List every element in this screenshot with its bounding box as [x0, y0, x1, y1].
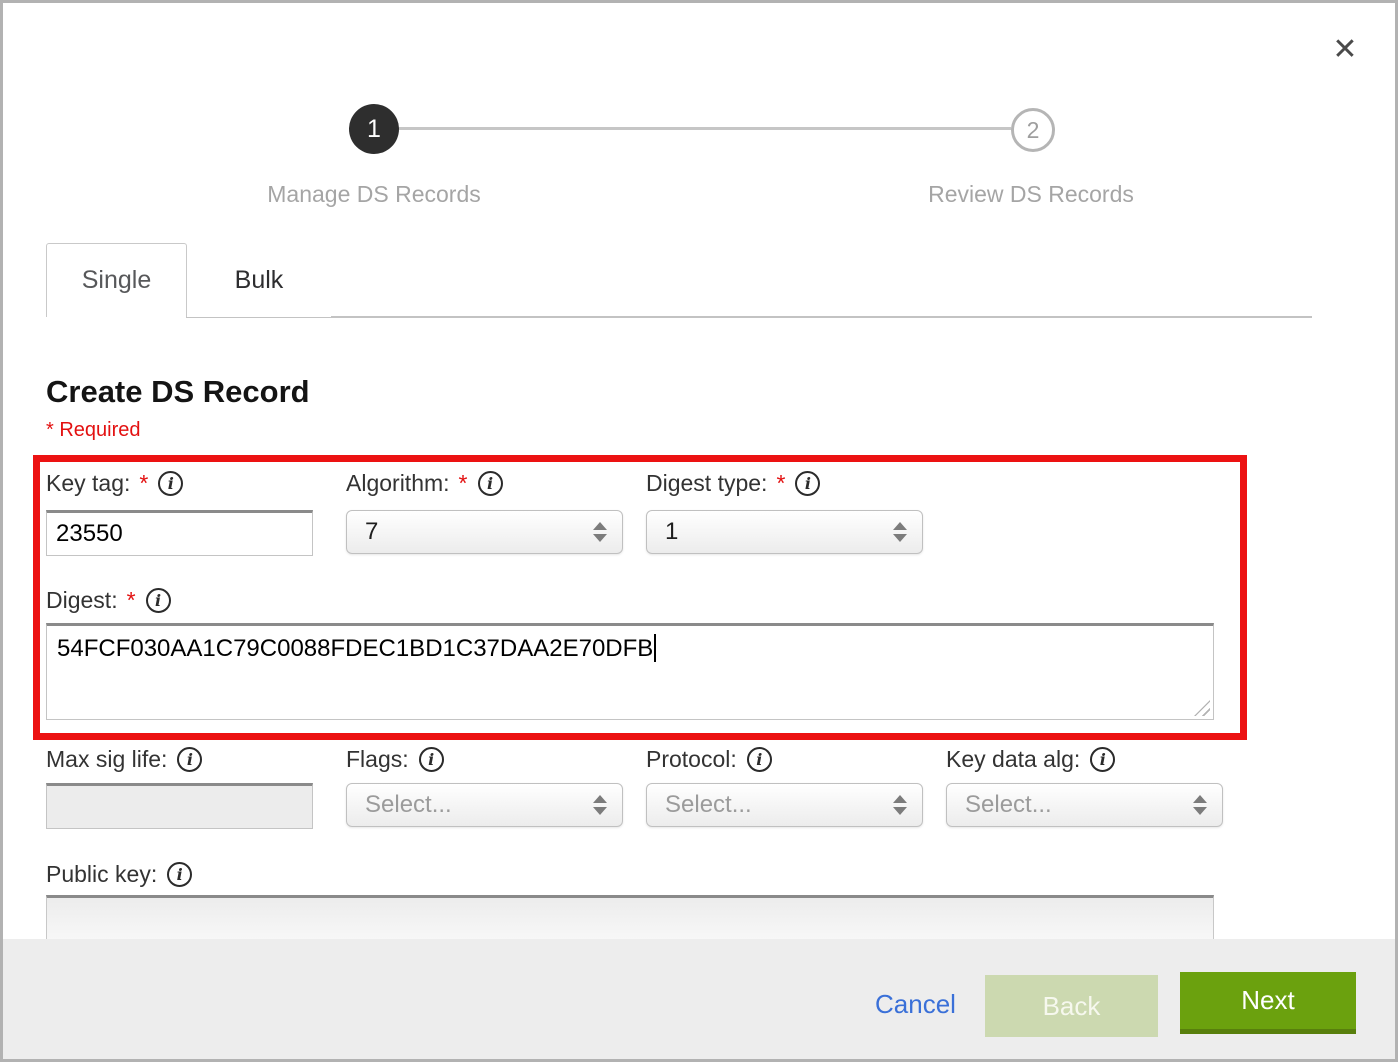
flags-label: Flags: i	[346, 746, 444, 773]
digest-type-select[interactable]: 1	[646, 510, 923, 554]
select-spinner-icon	[593, 795, 607, 815]
protocol-select[interactable]: Select...	[646, 783, 923, 827]
tab-divider	[186, 316, 1312, 318]
create-ds-record-modal: ✕ 1 2 Manage DS Records Review DS Record…	[0, 0, 1398, 1062]
tab-single[interactable]: Single	[46, 243, 187, 317]
key-data-alg-label: Key data alg: i	[946, 746, 1115, 773]
protocol-label: Protocol: i	[646, 746, 772, 773]
info-icon[interactable]: i	[177, 747, 202, 772]
stepper-connector	[399, 127, 1011, 130]
digest-textarea[interactable]: 54FCF030AA1C79C0088FDEC1BD1C37DAA2E70DFB	[46, 623, 1214, 720]
required-star: *	[459, 470, 468, 497]
algorithm-label: Algorithm: * i	[346, 470, 503, 497]
close-icon[interactable]: ✕	[1323, 27, 1367, 71]
max-sig-life-label: Max sig life: i	[46, 746, 202, 773]
info-icon[interactable]: i	[419, 747, 444, 772]
required-star: *	[139, 470, 148, 497]
info-icon[interactable]: i	[146, 588, 171, 613]
algorithm-select-value: 7	[365, 518, 378, 546]
select-spinner-icon	[593, 522, 607, 542]
step-1-indicator: 1	[349, 104, 399, 154]
required-note: * Required	[46, 419, 141, 442]
key-data-alg-select[interactable]: Select...	[946, 783, 1223, 827]
info-icon[interactable]: i	[747, 747, 772, 772]
text-caret	[654, 634, 656, 662]
tab-bulk[interactable]: Bulk	[187, 243, 331, 317]
step-2-indicator: 2	[1011, 108, 1055, 152]
select-spinner-icon	[1193, 795, 1207, 815]
digest-type-select-value: 1	[665, 518, 678, 546]
select-spinner-icon	[893, 522, 907, 542]
select-spinner-icon	[893, 795, 907, 815]
algorithm-select[interactable]: 7	[346, 510, 623, 554]
digest-value: 54FCF030AA1C79C0088FDEC1BD1C37DAA2E70DFB	[57, 635, 653, 662]
flags-select-value: Select...	[365, 791, 452, 819]
info-icon[interactable]: i	[478, 471, 503, 496]
key-tag-input[interactable]	[46, 510, 313, 556]
flags-select[interactable]: Select...	[346, 783, 623, 827]
resize-handle-icon[interactable]	[1194, 700, 1210, 716]
step-1-label: Manage DS Records	[174, 181, 574, 208]
info-icon[interactable]: i	[1090, 747, 1115, 772]
public-key-label: Public key: i	[46, 861, 192, 888]
info-icon[interactable]: i	[158, 471, 183, 496]
required-star: *	[776, 470, 785, 497]
modal-footer: Cancel Back Next	[3, 939, 1395, 1059]
digest-label: Digest: * i	[46, 587, 171, 614]
cancel-button[interactable]: Cancel	[875, 989, 956, 1020]
max-sig-life-input[interactable]	[46, 783, 313, 829]
next-button[interactable]: Next	[1180, 972, 1356, 1034]
required-star: *	[127, 587, 136, 614]
step-2-label: Review DS Records	[831, 181, 1231, 208]
digest-type-label: Digest type: * i	[646, 470, 820, 497]
key-tag-label: Key tag: * i	[46, 470, 183, 497]
key-data-alg-select-value: Select...	[965, 791, 1052, 819]
protocol-select-value: Select...	[665, 791, 752, 819]
page-title: Create DS Record	[46, 374, 310, 410]
back-button[interactable]: Back	[985, 975, 1158, 1037]
info-icon[interactable]: i	[795, 471, 820, 496]
info-icon[interactable]: i	[167, 862, 192, 887]
